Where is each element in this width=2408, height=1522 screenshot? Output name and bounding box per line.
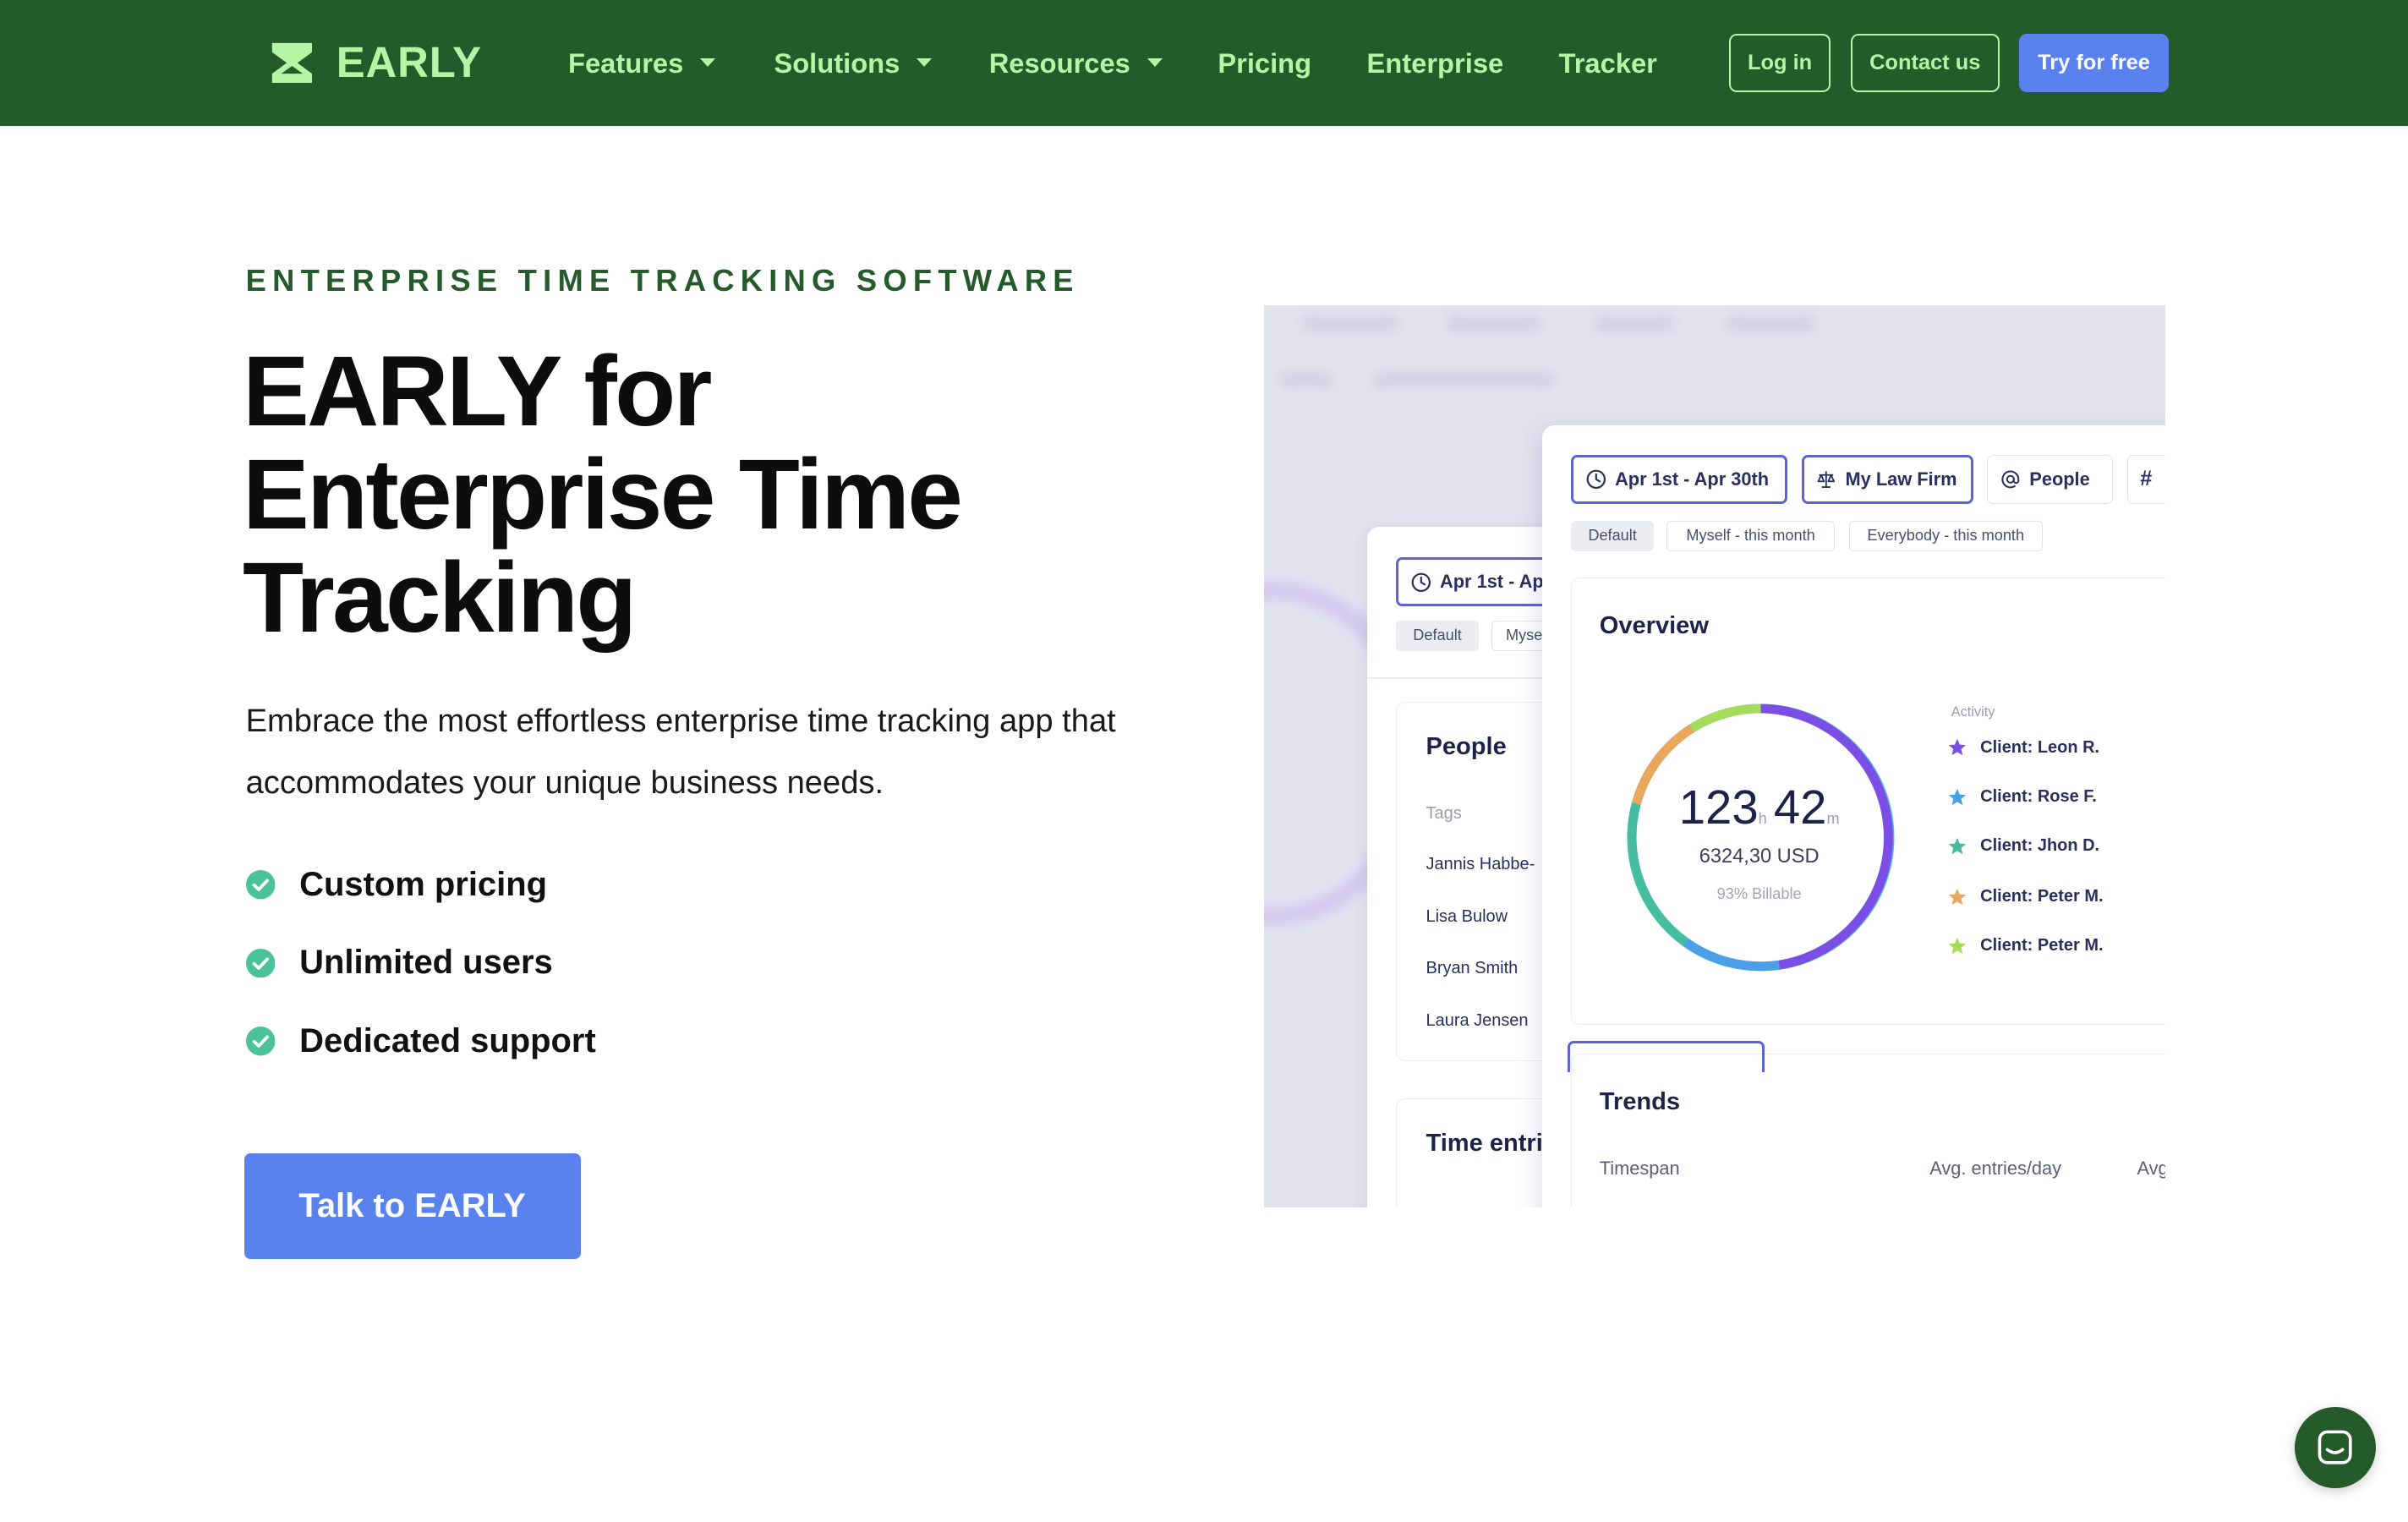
clock-icon	[1411, 572, 1431, 592]
trends-column-timespan: Timespan	[1599, 1157, 1680, 1179]
feature-label: Unlimited users	[299, 944, 553, 982]
people-chip-label: People	[2029, 468, 2090, 490]
activity-item: Client: Leon R.	[1948, 738, 2099, 758]
billable-percent: 93% Billable	[1716, 885, 1802, 903]
hash-label: #	[2140, 467, 2153, 491]
overview-title: Overview	[1599, 611, 1709, 639]
minutes-unit: m	[1826, 809, 1840, 827]
activity-item: Client: Peter M.	[1948, 936, 2104, 955]
tag-myself-this-month[interactable]: Myself - this month	[1666, 520, 1836, 552]
nav-solutions-label: Solutions	[774, 47, 900, 79]
time-entries-title: Time entri	[1426, 1129, 1543, 1157]
top-navigation: EARLY Features Solutions Resources Prici…	[0, 0, 2408, 126]
date-range-chip[interactable]: Apr 1st - Apr 30th	[1571, 454, 1788, 504]
activity-item-label: Client: Peter M.	[1980, 886, 2104, 906]
page: EARLY Features Solutions Resources Prici…	[0, 0, 2408, 1522]
hash-chip[interactable]: #	[2126, 454, 2165, 504]
total-time: 123h 42m	[1670, 780, 1848, 835]
feature-label: Custom pricing	[299, 865, 548, 903]
activity-item-label: Client: Rose F.	[1980, 786, 2097, 806]
clock-icon	[1586, 469, 1606, 489]
trends-column-avg-entries: Avg. entries/day	[1929, 1157, 2062, 1179]
nav-features[interactable]: Features	[568, 43, 716, 83]
caret-down-icon	[1147, 58, 1163, 67]
nav-enterprise[interactable]: Enterprise	[1367, 43, 1504, 83]
login-button[interactable]: Log in	[1729, 33, 1831, 92]
try-for-free-button[interactable]: Try for free	[2019, 33, 2169, 92]
trends-column-avg: Avg	[2137, 1157, 2165, 1179]
nav-resources-label: Resources	[988, 47, 1130, 79]
trends-card: Trends Timespan Avg. entries/day Avg	[1571, 1053, 2165, 1207]
overview-card: Overview 123h 42m 6324,30 USD 93% Billab…	[1571, 577, 2165, 1025]
logo[interactable]: EARLY	[271, 38, 482, 87]
scales-icon	[1817, 471, 1836, 488]
nav-resources[interactable]: Resources	[989, 43, 1163, 83]
person-row: Laura Jensen	[1426, 1011, 1529, 1031]
feature-item: Dedicated support	[245, 1016, 596, 1065]
feature-list: Custom pricing Unlimited users Dedicated…	[245, 860, 596, 1095]
star-icon	[1948, 739, 1967, 756]
feature-item: Unlimited users	[245, 939, 596, 988]
nav-pricing[interactable]: Pricing	[1218, 43, 1311, 83]
chat-launcher-button[interactable]	[2294, 1406, 2376, 1488]
activity-item-label: Client: Peter M.	[1980, 936, 2104, 955]
hero-subtitle: Embrace the most effortless enterprise t…	[245, 703, 1116, 801]
tag-default[interactable]: Default	[1396, 620, 1480, 652]
tags-label: Tags	[1426, 803, 1462, 823]
feature-item: Custom pricing	[245, 860, 596, 909]
contact-us-button[interactable]: Contact us	[1850, 33, 2000, 92]
check-circle-icon	[245, 869, 276, 900]
client-label: My Law Firm	[1845, 468, 1957, 490]
logo-wordmark: EARLY	[336, 38, 482, 87]
hourglass-logo-icon	[271, 42, 312, 84]
time-donut-chart	[1627, 704, 1895, 972]
feature-label: Dedicated support	[299, 1021, 596, 1059]
client-chip[interactable]: My Law Firm	[1801, 454, 1973, 504]
hours-value: 123	[1678, 780, 1759, 834]
activity-item-label: Client: Leon R.	[1980, 737, 2100, 757]
activity-item: Client: Jhon D.	[1948, 836, 2099, 856]
nav-features-label: Features	[568, 47, 684, 79]
star-icon	[1948, 937, 1967, 954]
tag-default[interactable]: Default	[1571, 520, 1655, 552]
hours-unit: h	[1758, 809, 1767, 827]
star-icon	[1948, 788, 1967, 805]
hero-title: EARLY for Enterprise Time Tracking	[242, 336, 963, 654]
caret-down-icon	[700, 58, 716, 67]
chat-bubble-icon	[2318, 1430, 2352, 1465]
at-sign-icon	[2001, 470, 2020, 489]
star-icon	[1948, 888, 1967, 905]
front-panel: Apr 1st - Apr 30th My Law Firm People # …	[1541, 425, 2165, 1207]
person-row: Lisa Bulow	[1426, 906, 1508, 926]
activity-item: Client: Peter M.	[1948, 886, 2104, 906]
date-range-label: Apr 1st - Apr 30th	[1615, 468, 1770, 490]
hero-eyebrow: ENTERPRISE TIME TRACKING SOFTWARE	[245, 263, 1080, 298]
people-title: People	[1426, 733, 1507, 761]
tag-everybody-this-month[interactable]: Everybody - this month	[1848, 520, 2043, 552]
minutes-value: 42	[1773, 780, 1827, 834]
check-circle-icon	[245, 1027, 276, 1056]
activity-item-label: Client: Jhon D.	[1980, 836, 2100, 856]
activity-label: Activity	[1951, 704, 1995, 720]
caret-down-icon	[917, 58, 933, 67]
trends-title: Trends	[1599, 1087, 1680, 1115]
blurred-toolbar	[1264, 305, 2165, 443]
star-icon	[1948, 837, 1967, 854]
people-chip[interactable]: People	[1987, 454, 2114, 504]
app-screenshot: Apr 1st - Apr Default Myse People Tags J…	[1263, 305, 2165, 1207]
amount-value: 6324,30 USD	[1699, 845, 1820, 868]
nav-solutions[interactable]: Solutions	[774, 43, 933, 83]
nav-tracker[interactable]: Tracker	[1559, 43, 1657, 83]
person-row: Bryan Smith	[1426, 959, 1519, 978]
person-row: Jannis Habbe-	[1426, 854, 1535, 873]
timespan-select[interactable]	[1568, 1041, 1765, 1072]
check-circle-icon	[245, 948, 276, 978]
date-range-label: Apr 1st - Apr	[1440, 571, 1552, 593]
talk-to-early-button[interactable]: Talk to EARLY	[244, 1153, 581, 1260]
activity-item: Client: Rose F.	[1948, 787, 2097, 807]
